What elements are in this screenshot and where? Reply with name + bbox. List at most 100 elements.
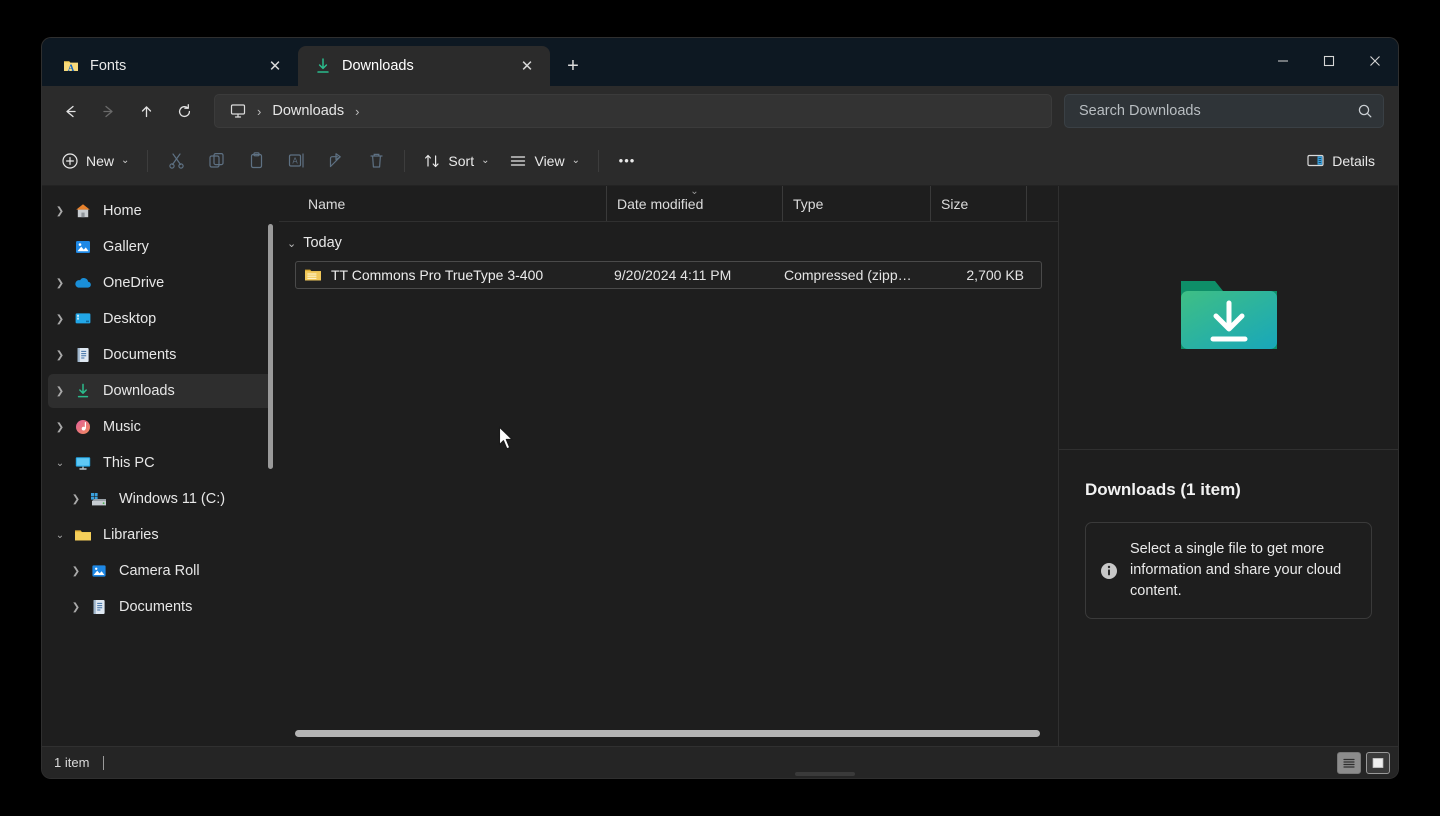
sidebar-item-label: Music bbox=[103, 419, 141, 435]
chevron-down-icon: ⌄ bbox=[481, 155, 490, 166]
tab-close-button[interactable]: ✕ bbox=[514, 53, 540, 79]
info-card-text: Select a single file to get more informa… bbox=[1130, 541, 1342, 600]
sort-button-label: Sort bbox=[448, 152, 475, 169]
tab-downloads[interactable]: Downloads ✕ bbox=[298, 46, 550, 86]
column-header-type[interactable]: Type bbox=[783, 186, 931, 221]
details-pane-label: Details bbox=[1332, 152, 1375, 169]
sidebar-item-downloads[interactable]: ❯ Downloads bbox=[48, 374, 273, 408]
svg-text:A: A bbox=[68, 63, 75, 73]
sidebar-item-label: This PC bbox=[103, 455, 155, 471]
chevron-right-icon[interactable]: ❯ bbox=[48, 343, 72, 367]
horizontal-scrollbar[interactable] bbox=[295, 730, 1040, 737]
navigation-pane-scrollbar[interactable] bbox=[268, 224, 273, 469]
sidebar-item-desktop[interactable]: ❯ Desktop bbox=[48, 302, 273, 336]
more-options-button[interactable]: ••• bbox=[608, 144, 646, 178]
copy-button[interactable] bbox=[197, 144, 235, 178]
sidebar-item-label: Camera Roll bbox=[119, 563, 200, 579]
delete-button[interactable] bbox=[357, 144, 395, 178]
search-placeholder: Search Downloads bbox=[1079, 103, 1201, 119]
forward-button[interactable] bbox=[90, 94, 126, 128]
chevron-right-icon[interactable]: ❯ bbox=[64, 487, 88, 511]
chevron-right-icon[interactable]: ❯ bbox=[48, 379, 72, 403]
sidebar-item-this-pc[interactable]: ⌄ This PC bbox=[48, 446, 273, 480]
chevron-right-icon[interactable]: ❯ bbox=[64, 595, 88, 619]
this-pc-icon[interactable] bbox=[225, 103, 251, 119]
sidebar-item-gallery[interactable]: Gallery bbox=[48, 230, 273, 264]
refresh-button[interactable] bbox=[166, 94, 202, 128]
details-view-icon[interactable] bbox=[1337, 751, 1361, 774]
share-button[interactable] bbox=[317, 144, 355, 178]
search-icon[interactable] bbox=[1357, 103, 1373, 119]
downloads-arrow-icon bbox=[72, 381, 94, 401]
table-row[interactable]: TT Commons Pro TrueType 3-400 9/20/2024 … bbox=[295, 261, 1042, 289]
sidebar-item-libraries[interactable]: ⌄ Libraries bbox=[48, 518, 273, 552]
chevron-down-icon[interactable]: ⌄ bbox=[48, 451, 72, 475]
horizontal-scrollbar-thumb[interactable] bbox=[295, 730, 1040, 737]
paste-button[interactable] bbox=[237, 144, 275, 178]
chevron-right-icon[interactable]: ❯ bbox=[48, 307, 72, 331]
details-pane-body: Downloads (1 item) Select a single file … bbox=[1059, 450, 1398, 620]
sidebar-item-home[interactable]: ❯ Home bbox=[48, 194, 273, 228]
column-header-label: Name bbox=[308, 195, 346, 212]
gallery-icon bbox=[72, 237, 94, 257]
folder-icon bbox=[72, 525, 94, 545]
minimize-button[interactable] bbox=[1260, 38, 1306, 84]
search-input[interactable]: Search Downloads bbox=[1064, 94, 1384, 128]
sidebar-item-label: Documents bbox=[119, 599, 193, 615]
tab-close-button[interactable]: ✕ bbox=[262, 53, 288, 79]
group-header-today[interactable]: ⌄ Today bbox=[279, 228, 1058, 258]
view-button-label: View bbox=[534, 152, 565, 169]
toolbar-separator bbox=[147, 149, 149, 172]
column-header-size[interactable]: Size bbox=[931, 186, 1027, 221]
desktop-background: A Fonts ✕ Downloads ✕ + › Downloads › Se… bbox=[0, 0, 1440, 816]
back-button[interactable] bbox=[52, 94, 88, 128]
view-button[interactable]: View ⌄ bbox=[500, 144, 588, 178]
new-tab-button[interactable]: + bbox=[556, 49, 590, 83]
plus-circle-icon bbox=[61, 152, 79, 170]
file-explorer-window: A Fonts ✕ Downloads ✕ + › Downloads › Se… bbox=[42, 38, 1398, 778]
sort-button[interactable]: Sort ⌄ bbox=[414, 144, 498, 178]
command-bar: New ⌄ A Sort ⌄ View ⌄ ••• Details bbox=[42, 136, 1398, 186]
cut-button[interactable] bbox=[157, 144, 195, 178]
breadcrumb-item-downloads[interactable]: Downloads bbox=[267, 103, 349, 119]
share-icon bbox=[327, 151, 346, 170]
breadcrumb[interactable]: › Downloads › bbox=[214, 94, 1052, 128]
onedrive-icon bbox=[72, 273, 94, 293]
sidebar-item-label: Desktop bbox=[103, 311, 157, 327]
sidebar-item-documents[interactable]: ❯ Documents bbox=[48, 338, 273, 372]
details-pane-button[interactable]: Details bbox=[1297, 144, 1384, 178]
file-list-pane: Name ⌄ Date modified Type Size ⌄ Today T… bbox=[279, 186, 1058, 746]
sidebar-item-music[interactable]: ❯ Music bbox=[48, 410, 273, 444]
maximize-button[interactable] bbox=[1306, 38, 1352, 84]
up-button[interactable] bbox=[128, 94, 164, 128]
downloads-folder-large-icon bbox=[1177, 271, 1281, 364]
music-icon bbox=[72, 417, 94, 437]
close-button[interactable] bbox=[1352, 38, 1398, 84]
breadcrumb-separator-trailing[interactable]: › bbox=[353, 104, 361, 119]
sidebar-item-camera-roll[interactable]: ❯ Camera Roll bbox=[48, 554, 273, 588]
new-button[interactable]: New ⌄ bbox=[52, 144, 138, 178]
address-bar-row: › Downloads › Search Downloads bbox=[42, 86, 1398, 136]
chevron-right-icon[interactable]: ❯ bbox=[48, 415, 72, 439]
chevron-right-icon[interactable]: ❯ bbox=[48, 271, 72, 295]
tab-title: Fonts bbox=[90, 58, 127, 74]
large-icons-view-icon[interactable] bbox=[1366, 751, 1390, 774]
copy-icon bbox=[207, 151, 226, 170]
sidebar-item-label: Libraries bbox=[103, 527, 159, 543]
sidebar-item-windows-11-c[interactable]: ❯ Windows 11 (C:) bbox=[48, 482, 273, 516]
rename-button[interactable]: A bbox=[277, 144, 315, 178]
chevron-right-icon[interactable]: ❯ bbox=[64, 559, 88, 583]
gallery-icon bbox=[88, 561, 110, 581]
tab-fonts[interactable]: A Fonts ✕ bbox=[46, 46, 298, 86]
fonts-folder-icon: A bbox=[62, 57, 80, 75]
chevron-down-icon[interactable]: ⌄ bbox=[48, 523, 72, 547]
chevron-right-icon[interactable]: ❯ bbox=[48, 199, 72, 223]
column-header-date-modified[interactable]: ⌄ Date modified bbox=[607, 186, 783, 221]
chevron-down-icon[interactable]: ⌄ bbox=[287, 237, 296, 250]
file-name-label: TT Commons Pro TrueType 3-400 bbox=[331, 267, 544, 283]
column-header-name[interactable]: Name bbox=[279, 186, 607, 221]
sidebar-item-documents-library[interactable]: ❯ Documents bbox=[48, 590, 273, 624]
sidebar-item-onedrive[interactable]: ❯ OneDrive bbox=[48, 266, 273, 300]
chevron-down-icon: ⌄ bbox=[121, 155, 130, 166]
trash-icon bbox=[367, 151, 386, 170]
